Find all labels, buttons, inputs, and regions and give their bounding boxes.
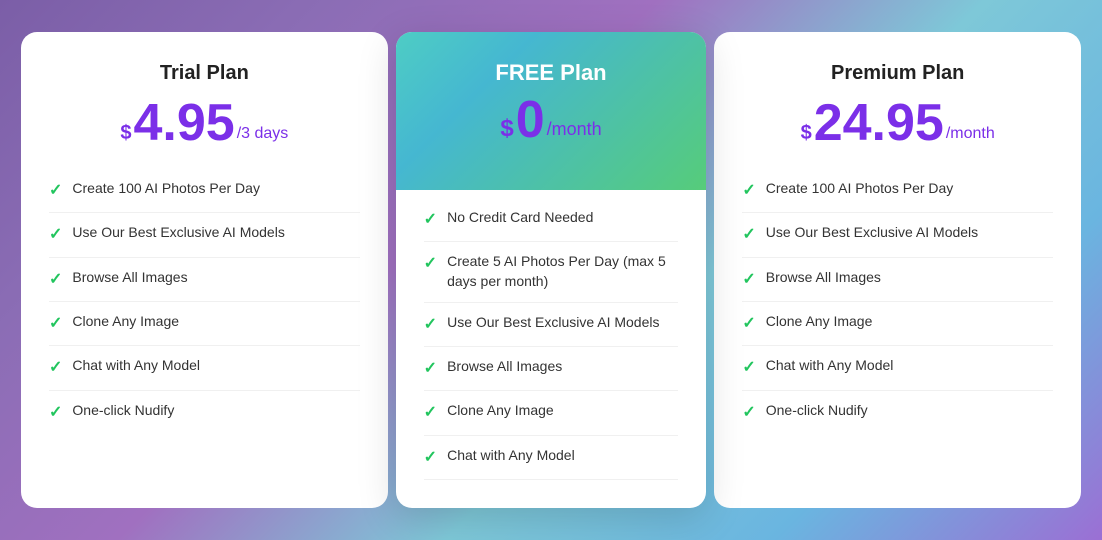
plans-container: Trial Plan $ 4.95 /3 days ✓ Create 100 AI… [21,32,1081,508]
check-icon: ✓ [424,447,437,469]
check-icon: ✓ [424,253,437,275]
list-item: ✓ Create 100 AI Photos Per Day [742,169,1053,213]
feature-text: Create 100 AI Photos Per Day [72,179,260,199]
check-icon: ✓ [742,357,755,379]
feature-text: One-click Nudify [72,401,174,421]
check-icon: ✓ [49,313,62,335]
feature-text: Chat with Any Model [766,356,894,376]
feature-text: Chat with Any Model [447,446,575,466]
list-item: ✓ Clone Any Image [742,302,1053,346]
free-price-amount: 0 [516,94,545,146]
check-icon: ✓ [742,224,755,246]
list-item: ✓ Browse All Images [49,258,360,302]
feature-text: Browse All Images [766,268,881,288]
list-item: ✓ Use Our Best Exclusive AI Models [424,303,679,347]
check-icon: ✓ [49,402,62,424]
check-icon: ✓ [424,358,437,380]
check-icon: ✓ [742,402,755,424]
feature-text: Use Our Best Exclusive AI Models [72,223,284,243]
feature-text: Clone Any Image [766,312,873,332]
free-price-dollar: $ [500,112,513,146]
list-item: ✓ No Credit Card Needed [424,190,679,242]
check-icon: ✓ [49,269,62,291]
list-item: ✓ Clone Any Image [49,302,360,346]
trial-plan-title: Trial Plan [49,62,360,85]
free-plan-card: FREE Plan $ 0 /month ✓ No Credit Card Nee… [396,32,707,508]
trial-price-dollar: $ [120,117,131,149]
list-item: ✓ Use Our Best Exclusive AI Models [742,213,1053,257]
premium-price-row: $ 24.95 /month [742,97,1053,149]
premium-features-list: ✓ Create 100 AI Photos Per Day ✓ Use Our Be… [742,169,1053,434]
check-icon: ✓ [49,224,62,246]
free-price-row: $ 0 /month [424,94,679,146]
list-item: ✓ Use Our Best Exclusive AI Models [49,213,360,257]
list-item: ✓ Browse All Images [424,347,679,391]
feature-text: No Credit Card Needed [447,208,593,228]
premium-price-period: /month [946,125,995,149]
feature-text: Use Our Best Exclusive AI Models [766,223,978,243]
feature-text: Clone Any Image [447,401,554,421]
feature-text: Use Our Best Exclusive AI Models [447,313,659,333]
check-icon: ✓ [49,357,62,379]
feature-text: One-click Nudify [766,401,868,421]
trial-price-row: $ 4.95 /3 days [49,97,360,149]
list-item: ✓ Clone Any Image [424,391,679,435]
trial-plan-card: Trial Plan $ 4.95 /3 days ✓ Create 100 AI… [21,32,388,508]
list-item: ✓ Chat with Any Model [742,346,1053,390]
feature-text: Browse All Images [72,268,187,288]
list-item: ✓ Chat with Any Model [49,346,360,390]
trial-features-list: ✓ Create 100 AI Photos Per Day ✓ Use Our Be… [49,169,360,434]
list-item: ✓ One-click Nudify [49,391,360,434]
list-item: ✓ One-click Nudify [742,391,1053,434]
free-plan-title: FREE Plan [424,60,679,86]
premium-price-dollar: $ [801,117,812,149]
trial-price-period: /3 days [237,125,289,149]
premium-price-amount: 24.95 [814,97,944,149]
check-icon: ✓ [424,314,437,336]
free-features-list: ✓ No Credit Card Needed ✓ Create 5 AI Photo… [396,190,707,480]
list-item: ✓ Browse All Images [742,258,1053,302]
list-item: ✓ Create 100 AI Photos Per Day [49,169,360,213]
check-icon: ✓ [424,209,437,231]
premium-plan-card: Premium Plan $ 24.95 /month ✓ Create 100 … [714,32,1081,508]
check-icon: ✓ [49,180,62,202]
free-plan-header: FREE Plan $ 0 /month [396,32,707,190]
check-icon: ✓ [742,269,755,291]
free-price-period: /month [547,119,602,146]
trial-price-amount: 4.95 [133,97,234,149]
feature-text: Create 100 AI Photos Per Day [766,179,954,199]
check-icon: ✓ [742,180,755,202]
feature-text: Create 5 AI Photos Per Day (max 5 days p… [447,252,678,291]
feature-text: Chat with Any Model [72,356,200,376]
check-icon: ✓ [424,402,437,424]
list-item: ✓ Chat with Any Model [424,436,679,480]
premium-plan-title: Premium Plan [742,62,1053,85]
feature-text: Clone Any Image [72,312,179,332]
check-icon: ✓ [742,313,755,335]
list-item: ✓ Create 5 AI Photos Per Day (max 5 days … [424,242,679,302]
feature-text: Browse All Images [447,357,562,377]
